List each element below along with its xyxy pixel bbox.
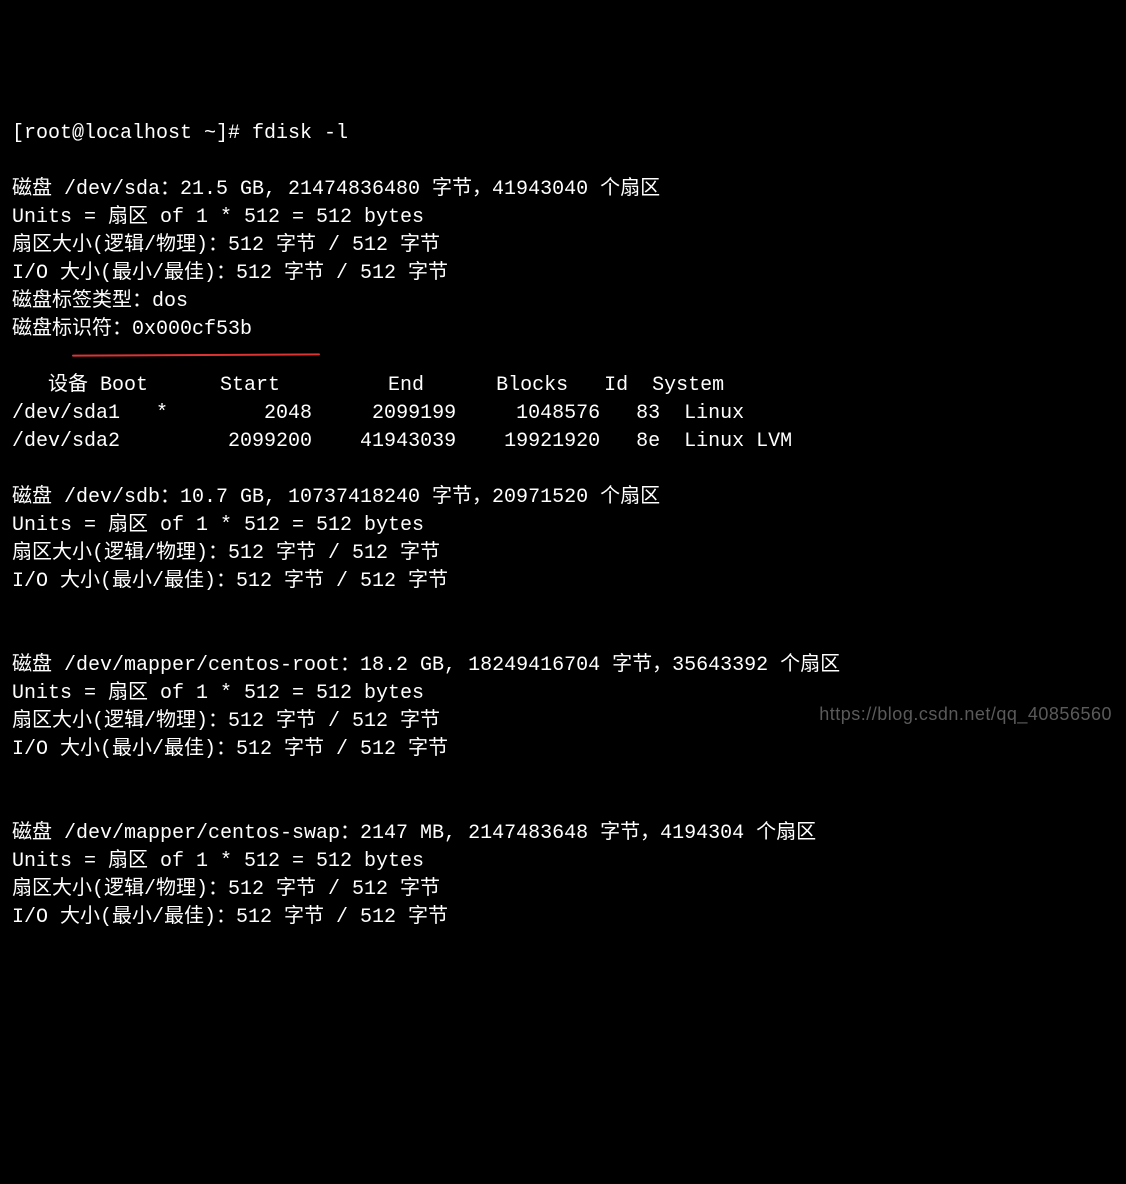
- partition-row-sda1: /dev/sda1 * 2048 2099199 1048576 83 Linu…: [12, 402, 744, 425]
- sda-labeltype: 磁盘标签类型：dos: [12, 290, 188, 313]
- command-text: fdisk -l: [252, 122, 348, 145]
- centos-root-sector: 扇区大小(逻辑/物理)：512 字节 / 512 字节: [12, 710, 440, 733]
- centos-root-units: Units = 扇区 of 1 * 512 = 512 bytes: [12, 682, 424, 705]
- sdb-units: Units = 扇区 of 1 * 512 = 512 bytes: [12, 514, 424, 537]
- centos-swap-io: I/O 大小(最小/最佳)：512 字节 / 512 字节: [12, 906, 448, 929]
- sdb-sector: 扇区大小(逻辑/物理)：512 字节 / 512 字节: [12, 542, 440, 565]
- sda-units: Units = 扇区 of 1 * 512 = 512 bytes: [12, 206, 424, 229]
- sda-sector: 扇区大小(逻辑/物理)：512 字节 / 512 字节: [12, 234, 440, 257]
- sdb-io: I/O 大小(最小/最佳)：512 字节 / 512 字节: [12, 570, 448, 593]
- partition-row-sda2: /dev/sda2 2099200 41943039 19921920 8e L…: [12, 430, 792, 453]
- terminal-output: [root@localhost ~]# fdisk -l 磁盘 /dev/sda…: [12, 120, 1114, 932]
- watermark-text: https://blog.csdn.net/qq_40856560: [819, 702, 1112, 727]
- centos-swap-sector: 扇区大小(逻辑/物理)：512 字节 / 512 字节: [12, 878, 440, 901]
- centos-root-io: I/O 大小(最小/最佳)：512 字节 / 512 字节: [12, 738, 448, 761]
- sdb-header: 磁盘 /dev/sdb：10.7 GB, 10737418240 字节，2097…: [12, 486, 660, 509]
- sda-header: 磁盘 /dev/sda：21.5 GB, 21474836480 字节，4194…: [12, 178, 660, 201]
- shell-prompt: [root@localhost ~]#: [12, 122, 252, 145]
- centos-root-header: 磁盘 /dev/mapper/centos-root：18.2 GB, 1824…: [12, 654, 840, 677]
- sda-identifier: 磁盘标识符：0x000cf53b: [12, 318, 252, 341]
- sda-io: I/O 大小(最小/最佳)：512 字节 / 512 字节: [12, 262, 448, 285]
- partition-table-header: 设备 Boot Start End Blocks Id System: [12, 374, 724, 397]
- centos-swap-units: Units = 扇区 of 1 * 512 = 512 bytes: [12, 850, 424, 873]
- centos-swap-header: 磁盘 /dev/mapper/centos-swap：2147 MB, 2147…: [12, 822, 816, 845]
